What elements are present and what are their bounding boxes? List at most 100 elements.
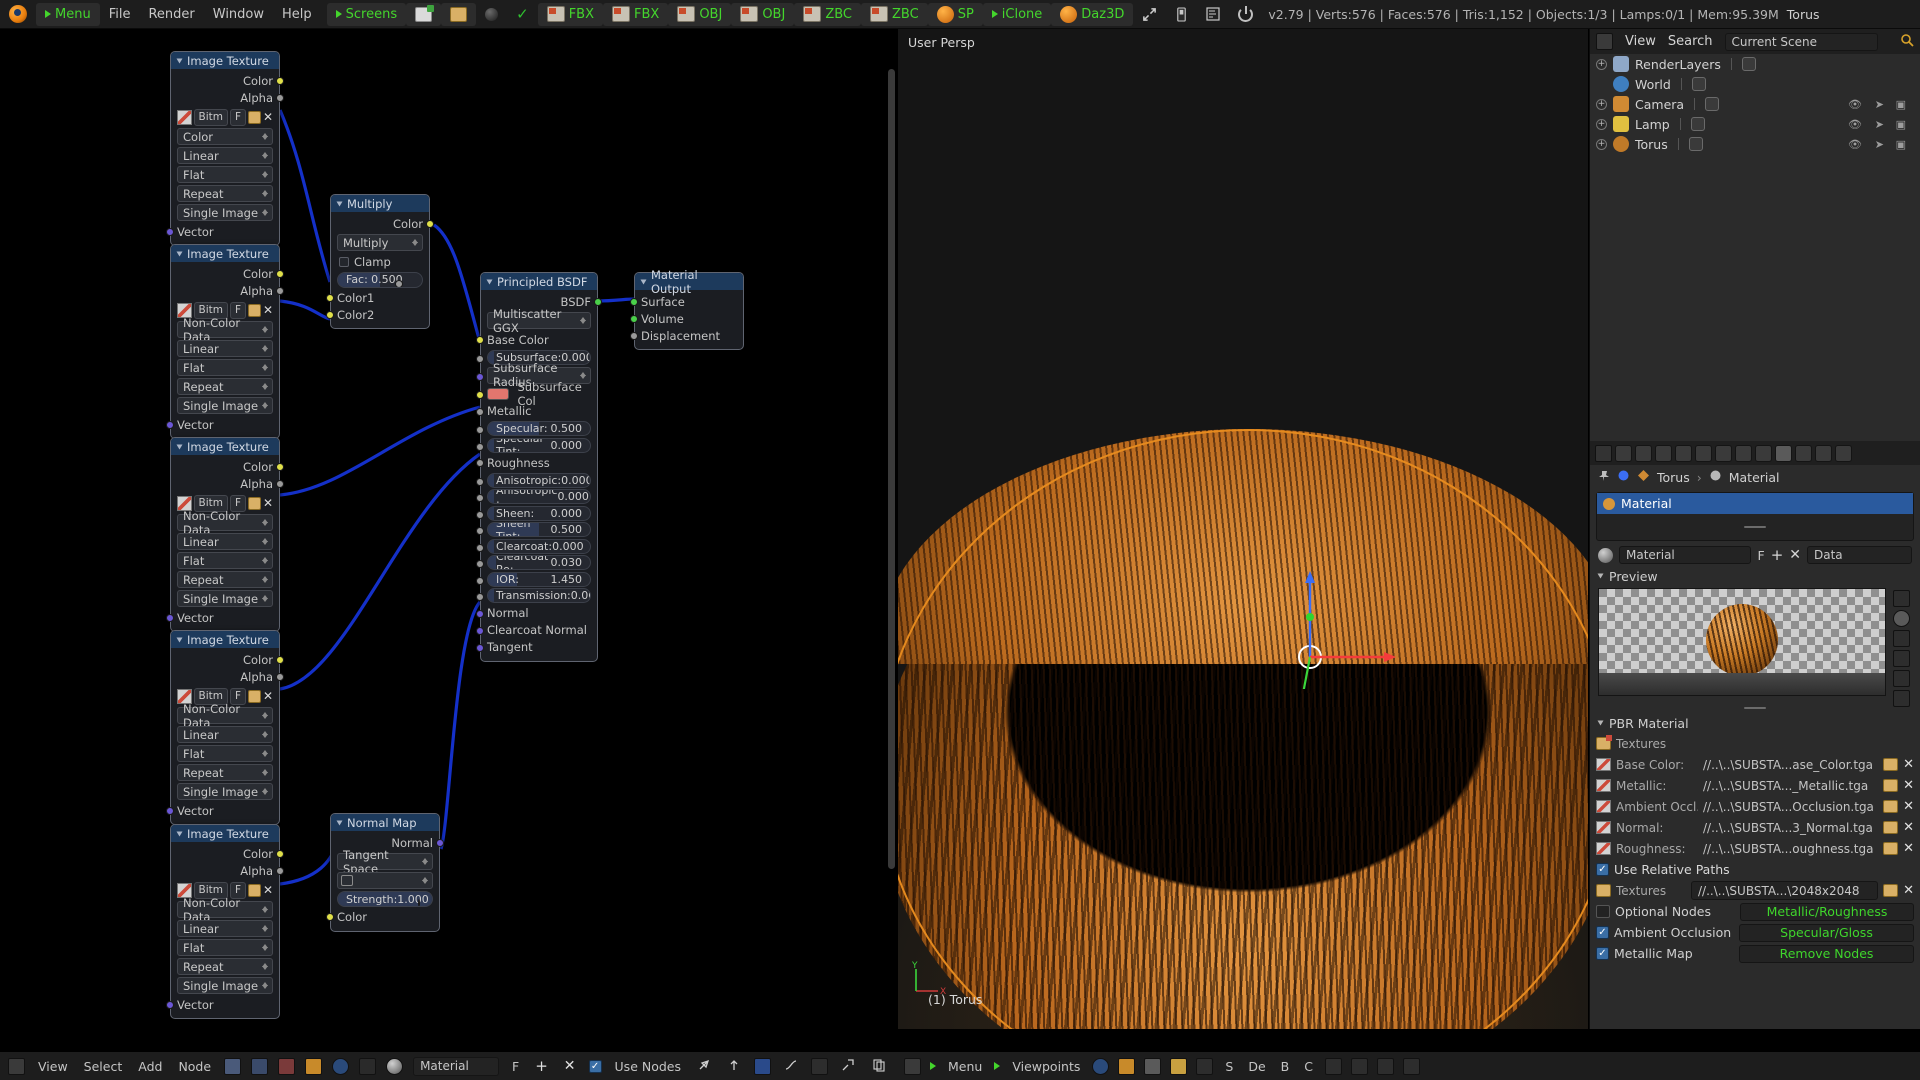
input-socket-subsurface[interactable] bbox=[476, 354, 484, 363]
input-socket-strength[interactable] bbox=[417, 899, 420, 906]
pbr-option-row[interactable]: ✓ Metallic Map Remove Nodes bbox=[1590, 943, 1920, 964]
preview-cube-icon[interactable] bbox=[1892, 630, 1910, 647]
interpolation-dropdown[interactable]: Linear bbox=[177, 147, 273, 164]
node-menu-add[interactable]: Add bbox=[135, 1059, 165, 1074]
image-name-field[interactable]: Bitm bbox=[193, 108, 229, 126]
extension-dropdown[interactable]: Repeat bbox=[177, 958, 273, 975]
extension-dropdown[interactable]: Repeat bbox=[177, 571, 273, 588]
preview-sphere-icon[interactable] bbox=[1892, 610, 1910, 627]
input-socket-vector[interactable] bbox=[166, 420, 174, 429]
material-preview-button[interactable] bbox=[476, 3, 507, 26]
texture-row[interactable]: Base Color: //..\..\SUBSTA...ase_Color.tg… bbox=[1590, 754, 1920, 775]
bsdf-slider[interactable]: Clearcoat: 0.000 bbox=[487, 538, 591, 554]
open-file-button[interactable] bbox=[441, 2, 477, 26]
colorspace-dropdown[interactable]: Non-Color Data bbox=[177, 702, 273, 730]
clear-icon[interactable]: ✕ bbox=[1903, 883, 1914, 898]
menu-render[interactable]: Render bbox=[139, 3, 203, 26]
shading-icon[interactable] bbox=[1144, 1057, 1162, 1075]
letter-c-button[interactable]: C bbox=[1301, 1059, 1316, 1074]
pin-icon[interactable] bbox=[1598, 470, 1610, 485]
colorspace-dropdown[interactable]: Non-Color Data bbox=[177, 316, 273, 344]
uv-map-dropdown[interactable] bbox=[337, 872, 433, 889]
menu-help[interactable]: Help bbox=[273, 3, 321, 26]
datablock-icon[interactable] bbox=[1691, 77, 1706, 91]
menu-window[interactable]: Window bbox=[204, 3, 273, 26]
node-menu-view[interactable]: View bbox=[35, 1059, 71, 1074]
node-fake-user-button[interactable]: F bbox=[509, 1059, 522, 1074]
expand-toggle-icon[interactable]: + bbox=[1596, 118, 1607, 130]
input-socket-roughness[interactable] bbox=[476, 459, 484, 467]
texture-type-icon[interactable] bbox=[278, 1057, 296, 1075]
node-header[interactable]: Image Texture bbox=[171, 438, 279, 455]
interpolation-dropdown[interactable]: Linear bbox=[177, 533, 273, 550]
collapse-triangle-icon[interactable] bbox=[176, 58, 183, 63]
source-dropdown[interactable]: Single Image bbox=[177, 397, 273, 414]
cursor-icon[interactable]: ➤ bbox=[1875, 98, 1884, 111]
clear-icon[interactable]: ✕ bbox=[1903, 778, 1914, 793]
projection-dropdown[interactable]: Flat bbox=[177, 745, 273, 762]
checkbox-icon[interactable]: ✓ bbox=[1596, 926, 1609, 939]
input-socket-color2[interactable] bbox=[326, 310, 334, 319]
distribution-dropdown[interactable]: Multiscatter GGX bbox=[487, 307, 591, 335]
input-socket-vector[interactable] bbox=[166, 613, 174, 622]
input-socket-color[interactable] bbox=[326, 913, 334, 921]
letter-s-button[interactable]: S bbox=[1222, 1059, 1236, 1074]
input-socket-specular[interactable] bbox=[476, 426, 484, 434]
input-socket-tangent[interactable] bbox=[476, 643, 484, 652]
viewpoints-button[interactable]: Viewpoints bbox=[1009, 1059, 1083, 1074]
mesh-icon[interactable] bbox=[1196, 1057, 1214, 1075]
extension-dropdown[interactable]: Repeat bbox=[177, 764, 273, 781]
extension-dropdown[interactable]: Repeat bbox=[177, 378, 273, 395]
folder-browse-icon[interactable] bbox=[1883, 779, 1899, 792]
node-canvas[interactable]: Image Texture Color Alpha Bitm F ✕ Color… bbox=[0, 29, 898, 1029]
output-socket-color[interactable] bbox=[426, 219, 434, 228]
fake-user-button[interactable]: F bbox=[230, 108, 247, 126]
output-socket-color[interactable] bbox=[276, 655, 284, 664]
texture-path[interactable]: //..\..\SUBSTA...ase_Color.tga bbox=[1703, 758, 1878, 772]
close-icon[interactable]: ✕ bbox=[263, 304, 273, 316]
console-button[interactable] bbox=[1197, 3, 1229, 26]
tab-modifiers[interactable] bbox=[1735, 444, 1752, 462]
pbr-option-row[interactable]: Optional Nodes Metallic/Roughness bbox=[1590, 901, 1920, 922]
option-action-button[interactable]: Metallic/Roughness bbox=[1740, 902, 1914, 921]
colorspace-dropdown[interactable]: Non-Color Data bbox=[177, 509, 273, 537]
camera-restrict-icon[interactable]: ▣ bbox=[1896, 138, 1906, 151]
node-header[interactable]: Image Texture bbox=[171, 52, 279, 69]
preview-section-header[interactable]: Preview bbox=[1590, 566, 1920, 586]
input-socket-vector[interactable] bbox=[166, 227, 174, 236]
node-new-material-button[interactable]: + bbox=[532, 1057, 551, 1075]
close-icon[interactable]: ✕ bbox=[263, 111, 273, 123]
outliner-panel[interactable]: View Search Current Scene + RenderLayers W… bbox=[1589, 29, 1920, 441]
transform-manipulator[interactable] bbox=[1278, 569, 1438, 689]
material-preview-render[interactable] bbox=[1598, 588, 1886, 696]
extension-dropdown[interactable]: Repeat bbox=[177, 185, 273, 202]
bsdf-slider[interactable]: IOR: 1.450 bbox=[487, 571, 591, 587]
node-unlink-button[interactable]: ✕ bbox=[561, 1058, 579, 1074]
collapse-triangle-icon[interactable] bbox=[486, 279, 493, 284]
output-socket-alpha[interactable] bbox=[276, 93, 284, 102]
clamp-row[interactable]: Clamp bbox=[337, 253, 423, 270]
tab-world[interactable] bbox=[1675, 444, 1692, 462]
proportional-icon[interactable] bbox=[838, 1058, 859, 1075]
pbr-material-section-header[interactable]: PBR Material bbox=[1590, 713, 1920, 733]
collapse-triangle-icon[interactable] bbox=[176, 831, 183, 836]
source-dropdown[interactable]: Single Image bbox=[177, 204, 273, 221]
colorspace-dropdown[interactable]: Color bbox=[177, 128, 273, 145]
blender-app-icon[interactable] bbox=[0, 3, 36, 26]
outliner-search-menu[interactable]: Search bbox=[1668, 34, 1713, 49]
menu-file[interactable]: File bbox=[100, 3, 140, 26]
collapse-triangle-icon[interactable] bbox=[176, 637, 183, 642]
preview-sphere-checker-icon[interactable] bbox=[1892, 690, 1910, 707]
viewport-3d[interactable]: User Persp (1) Torus X Y bbox=[898, 29, 1588, 1029]
output-socket-alpha[interactable] bbox=[276, 286, 284, 295]
folder-browse-icon[interactable] bbox=[1883, 884, 1899, 897]
node-header[interactable]: Principled BSDF bbox=[481, 273, 597, 290]
input-socket-sheen-tint[interactable] bbox=[476, 527, 484, 535]
folder-browse-icon[interactable] bbox=[1883, 842, 1899, 855]
interpolation-dropdown[interactable]: Linear bbox=[177, 340, 273, 357]
collapse-triangle-icon[interactable] bbox=[336, 820, 343, 825]
close-icon[interactable]: ✕ bbox=[263, 690, 273, 702]
collapse-triangle-icon[interactable] bbox=[640, 279, 647, 284]
output-socket-color[interactable] bbox=[276, 462, 284, 471]
checkbox-icon[interactable]: ✓ bbox=[1596, 863, 1609, 876]
